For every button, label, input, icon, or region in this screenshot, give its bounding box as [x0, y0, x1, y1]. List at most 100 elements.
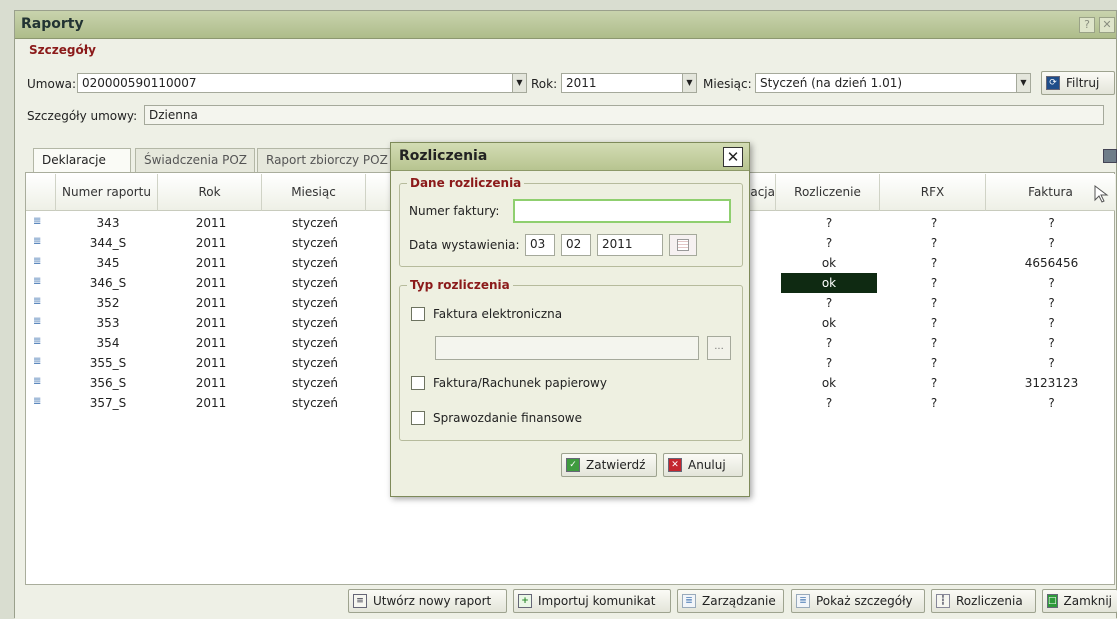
dane-rozliczenia-legend: Dane rozliczenia — [407, 176, 525, 190]
chevron-down-icon[interactable]: ▼ — [512, 74, 526, 92]
umowa-select[interactable]: 020000590110007 ▼ — [77, 73, 527, 93]
table-cell-rok: 2011 — [195, 216, 227, 230]
column-rfx[interactable]: RFX — [880, 174, 986, 211]
numer-faktury-input[interactable] — [513, 199, 731, 223]
table-cell-numer: 353 — [96, 316, 120, 330]
table-cell-rok: 2011 — [195, 296, 227, 310]
help-button[interactable]: ? — [1079, 17, 1095, 33]
footer-toolbar: ≡ Utwórz nowy raport + Importuj komunika… — [15, 585, 1117, 619]
table-cell-faktura: ? — [1048, 336, 1055, 350]
column-rok[interactable]: Rok — [158, 174, 262, 211]
table-cell-rozliczenie: ? — [825, 336, 833, 350]
import-button[interactable]: + Importuj komunikat — [513, 589, 671, 613]
dialog-close-button[interactable]: ✕ — [723, 147, 743, 167]
table-cell-rok: 2011 — [195, 316, 227, 330]
sprawozdanie-label: Sprawozdanie finansowe — [433, 411, 582, 425]
table-cell-numer: 356_S — [89, 376, 127, 390]
file-path-input[interactable] — [435, 336, 699, 360]
filter-icon: ⟳ — [1046, 76, 1060, 90]
faktura-papierowa-checkbox[interactable] — [411, 376, 425, 390]
chevron-down-icon[interactable]: ▼ — [1016, 74, 1030, 92]
table-cell-rozliczenie: ok — [821, 376, 837, 390]
document-icon: ≡ — [353, 594, 367, 608]
typ-rozliczenia-legend: Typ rozliczenia — [407, 278, 513, 292]
table-cell-rok: 2011 — [195, 396, 227, 410]
table-cell-numer: 346_S — [89, 276, 127, 290]
date-day-input[interactable]: 03 — [525, 234, 555, 256]
table-cell-miesiac: styczeń — [292, 336, 338, 350]
browse-button[interactable]: ... — [707, 336, 731, 360]
show-details-button[interactable]: ≣ Pokaż szczegóły — [791, 589, 925, 613]
table-cell-rfx: ? — [930, 256, 938, 270]
table-cell-rozliczenie: ? — [825, 236, 833, 250]
table-cell-faktura: 3123123 — [1024, 376, 1079, 390]
table-cell-miesiac: styczeń — [292, 376, 338, 390]
new-report-button[interactable]: ≡ Utwórz nowy raport — [348, 589, 507, 613]
table-cell-rfx: ? — [930, 376, 938, 390]
dialog-titlebar: Rozliczenia ✕ — [391, 143, 749, 171]
table-cell-miesiac: styczeń — [292, 256, 338, 270]
table-cell-rfx: ? — [930, 396, 938, 410]
table-cell-rok: 2011 — [195, 256, 227, 270]
confirm-button[interactable]: ✓ Zatwierdź — [561, 453, 657, 477]
table-cell-rok: 2011 — [195, 356, 227, 370]
row-document-icon: ≣ — [33, 356, 42, 367]
details-icon: ≣ — [796, 594, 810, 608]
table-cell-rozliczenie: ok — [781, 273, 877, 293]
table-cell-numer: 357_S — [89, 396, 127, 410]
table-header-icon — [26, 174, 56, 211]
export-icon[interactable] — [1103, 149, 1117, 163]
table-cell-faktura: 4656456 — [1024, 256, 1079, 270]
settlements-button[interactable]: ┇ Rozliczenia — [931, 589, 1036, 613]
rok-select[interactable]: 2011 ▼ — [561, 73, 697, 93]
cancel-icon: ✕ — [668, 458, 682, 472]
row-document-icon: ≣ — [33, 236, 42, 247]
table-cell-rok: 2011 — [195, 336, 227, 350]
chevron-down-icon[interactable]: ▼ — [682, 74, 696, 92]
manage-icon: ≣ — [682, 594, 696, 608]
table-cell-rfx: ? — [930, 236, 938, 250]
table-cell-rozliczenie: ? — [825, 296, 833, 310]
faktura-papierowa-label: Faktura/Rachunek papierowy — [433, 376, 607, 390]
date-month-input[interactable]: 02 — [561, 234, 591, 256]
window-close-button[interactable]: ✕ — [1099, 17, 1115, 33]
row-document-icon: ≣ — [33, 276, 42, 287]
date-year-input[interactable]: 2011 — [597, 234, 663, 256]
manage-button[interactable]: ≣ Zarządzanie — [677, 589, 784, 613]
filter-button[interactable]: ⟳ Filtruj — [1041, 71, 1115, 95]
table-cell-rok: 2011 — [195, 276, 227, 290]
table-cell-rok: 2011 — [195, 236, 227, 250]
table-cell-numer: 352 — [96, 296, 120, 310]
table-cell-rfx: ? — [930, 336, 938, 350]
window-titlebar: Raporty ? ✕ — [15, 11, 1116, 39]
calendar-icon[interactable] — [669, 234, 697, 256]
tab-deklaracje[interactable]: Deklaracje — [33, 148, 131, 174]
faktura-elektroniczna-label: Faktura elektroniczna — [433, 307, 563, 321]
column-numer-raportu[interactable]: Numer raportu — [56, 174, 158, 211]
column-rozliczenie[interactable]: Rozliczenie — [776, 174, 880, 211]
row-document-icon: ≣ — [33, 336, 42, 347]
row-document-icon: ≣ — [33, 296, 42, 307]
table-cell-miesiac: styczeń — [292, 216, 338, 230]
cancel-button[interactable]: ✕ Anuluj — [663, 453, 743, 477]
table-cell-rozliczenie: ? — [825, 216, 833, 230]
sprawozdanie-checkbox[interactable] — [411, 411, 425, 425]
tab-raport-zbiorczy-poz[interactable]: Raport zbiorczy POZ — [257, 148, 399, 172]
table-cell-faktura: ? — [1048, 396, 1055, 410]
table-cell-rok: 2011 — [195, 376, 227, 390]
close-window-button[interactable]: □ Zamknij — [1042, 589, 1117, 613]
table-cell-faktura: ? — [1048, 236, 1055, 250]
table-cell-rfx: ? — [930, 356, 938, 370]
row-document-icon: ≣ — [33, 216, 42, 227]
faktura-elektroniczna-checkbox[interactable] — [411, 307, 425, 321]
column-miesiac[interactable]: Miesiąc — [262, 174, 366, 211]
miesiac-select[interactable]: Styczeń (na dzień 1.01) ▼ — [755, 73, 1031, 93]
tab-swiadczenia-poz[interactable]: Świadczenia POZ — [135, 148, 255, 172]
table-cell-miesiac: styczeń — [292, 356, 338, 370]
dialog-title: Rozliczenia — [399, 148, 488, 164]
table-cell-numer: 354 — [96, 336, 120, 350]
table-cell-faktura: ? — [1048, 316, 1055, 330]
table-cell-rozliczenie: ok — [821, 316, 837, 330]
table-cell-rozliczenie: ? — [825, 356, 833, 370]
plus-icon: + — [518, 594, 532, 608]
